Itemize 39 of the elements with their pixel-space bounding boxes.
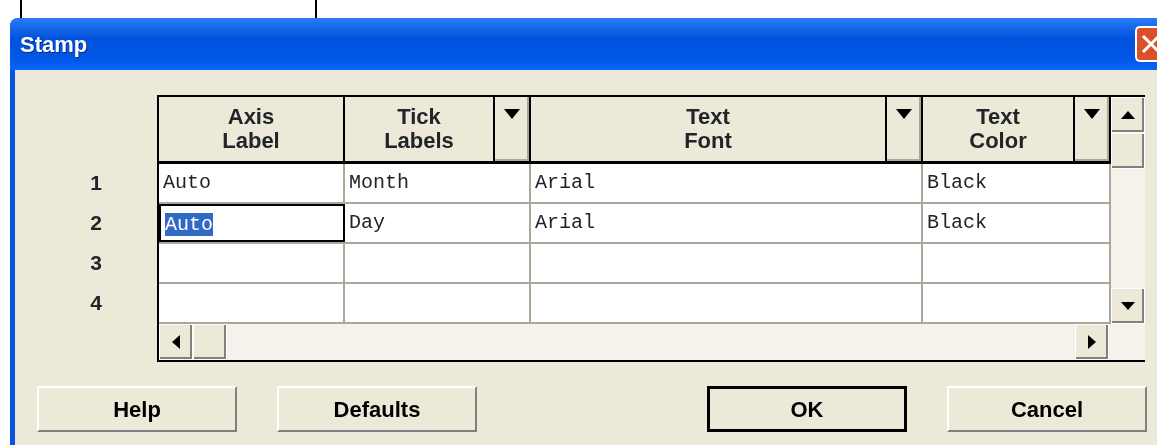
- table-cell[interactable]: Arial: [531, 204, 923, 242]
- table-cell[interactable]: Arial: [531, 164, 923, 202]
- scroll-down-button[interactable]: [1111, 288, 1145, 324]
- column-header: Tick Labels: [383, 103, 455, 155]
- caret-icon: [896, 109, 912, 119]
- row-number: 1: [89, 170, 103, 197]
- table-cell[interactable]: Day: [345, 204, 531, 242]
- scroll-up-button[interactable]: [1111, 97, 1145, 133]
- dialog-button[interactable]: OK: [707, 386, 907, 432]
- column-header: Axis Label: [221, 103, 281, 155]
- left-arrow-icon: [172, 335, 180, 349]
- caret-icon: [504, 109, 520, 119]
- down-arrow-icon: [1121, 302, 1135, 310]
- dialog-button[interactable]: Defaults: [277, 386, 477, 432]
- horizontal-scrollbar[interactable]: [159, 324, 1145, 360]
- column-header: Text Font: [683, 103, 733, 155]
- up-arrow-icon: [1121, 111, 1135, 119]
- scroll-right-button[interactable]: [1075, 324, 1109, 360]
- dropdown-button[interactable]: [885, 97, 921, 161]
- row-number: 2: [89, 210, 103, 237]
- scroll-thumb[interactable]: [193, 324, 227, 360]
- right-arrow-icon: [1088, 335, 1096, 349]
- window-title: Stamp: [20, 30, 88, 59]
- column-header: Text Color: [968, 103, 1028, 155]
- table-cell[interactable]: Auto: [159, 164, 345, 202]
- caret-icon: [1084, 109, 1100, 119]
- close-icon: [1141, 33, 1157, 55]
- vertical-scrollbar[interactable]: [1111, 97, 1145, 324]
- row-number: 4: [89, 290, 103, 317]
- dialog-button[interactable]: Help: [37, 386, 237, 432]
- editing-cell[interactable]: Auto: [159, 204, 345, 242]
- close-button[interactable]: [1135, 26, 1157, 62]
- dialog-button[interactable]: Cancel: [947, 386, 1147, 432]
- scroll-left-button[interactable]: [159, 324, 193, 360]
- row-number: 3: [89, 250, 103, 277]
- dropdown-button[interactable]: [493, 97, 529, 161]
- dropdown-button[interactable]: [1073, 97, 1109, 161]
- table-cell[interactable]: Month: [345, 164, 531, 202]
- scroll-thumb[interactable]: [1111, 133, 1145, 169]
